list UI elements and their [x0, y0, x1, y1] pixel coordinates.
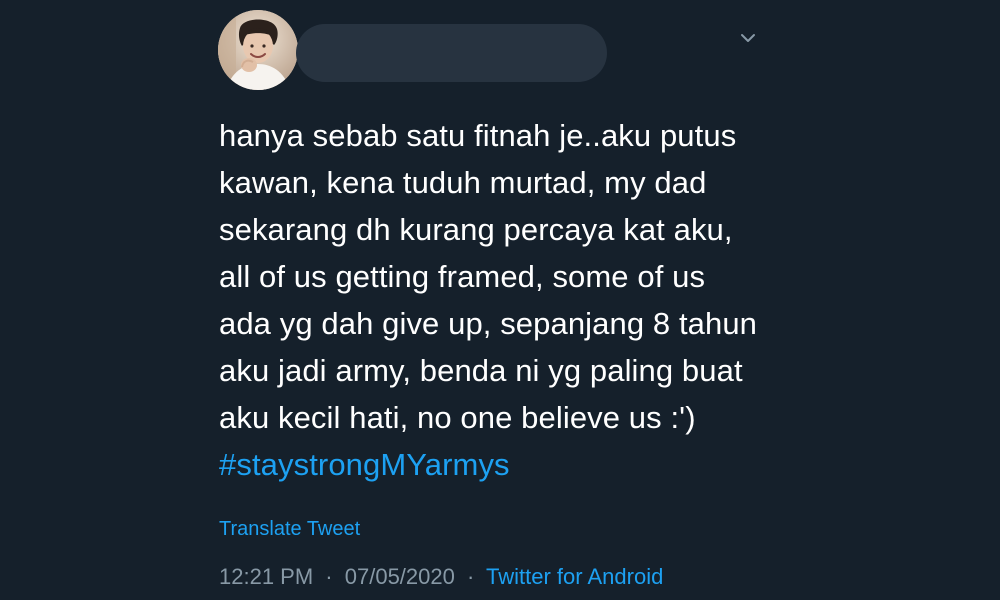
tweet-metadata: 12:21 PM · 07/05/2020 · Twitter for Andr… — [219, 564, 663, 590]
tweet-time: 12:21 PM — [219, 564, 314, 589]
tweet-text-line: hanya sebab satu fitnah je..aku putus — [219, 118, 737, 153]
tweet-text: hanya sebab satu fitnah je..aku putus ka… — [219, 112, 779, 488]
tweet: hanya sebab satu fitnah je..aku putus ka… — [0, 0, 1000, 600]
tweet-text-line: aku kecil hati, no one believe us :') — [219, 400, 696, 435]
tweet-text-line: all of us getting framed, some of us — [219, 259, 706, 294]
tweet-text-line: kawan, kena tuduh murtad, my dad — [219, 165, 707, 200]
avatar[interactable] — [218, 10, 298, 90]
metadata-separator: · — [466, 564, 475, 589]
tweet-text-line: aku jadi army, benda ni yg paling buat — [219, 353, 743, 388]
tweet-source-link[interactable]: Twitter for Android — [486, 564, 663, 589]
metadata-separator: · — [325, 564, 333, 589]
translate-tweet-link[interactable]: Translate Tweet — [219, 518, 360, 541]
profile-photo-icon — [218, 10, 298, 90]
tweet-text-line: ada yg dah give up, sepanjang 8 tahun — [219, 306, 758, 341]
hashtag-link[interactable]: #staystrongMYarmys — [219, 441, 779, 488]
chevron-down-icon[interactable] — [738, 31, 758, 45]
tweet-text-line: sekarang dh kurang percaya kat aku, — [219, 212, 733, 247]
redacted-user-name — [296, 24, 607, 82]
tweet-date: 07/05/2020 — [344, 564, 455, 589]
